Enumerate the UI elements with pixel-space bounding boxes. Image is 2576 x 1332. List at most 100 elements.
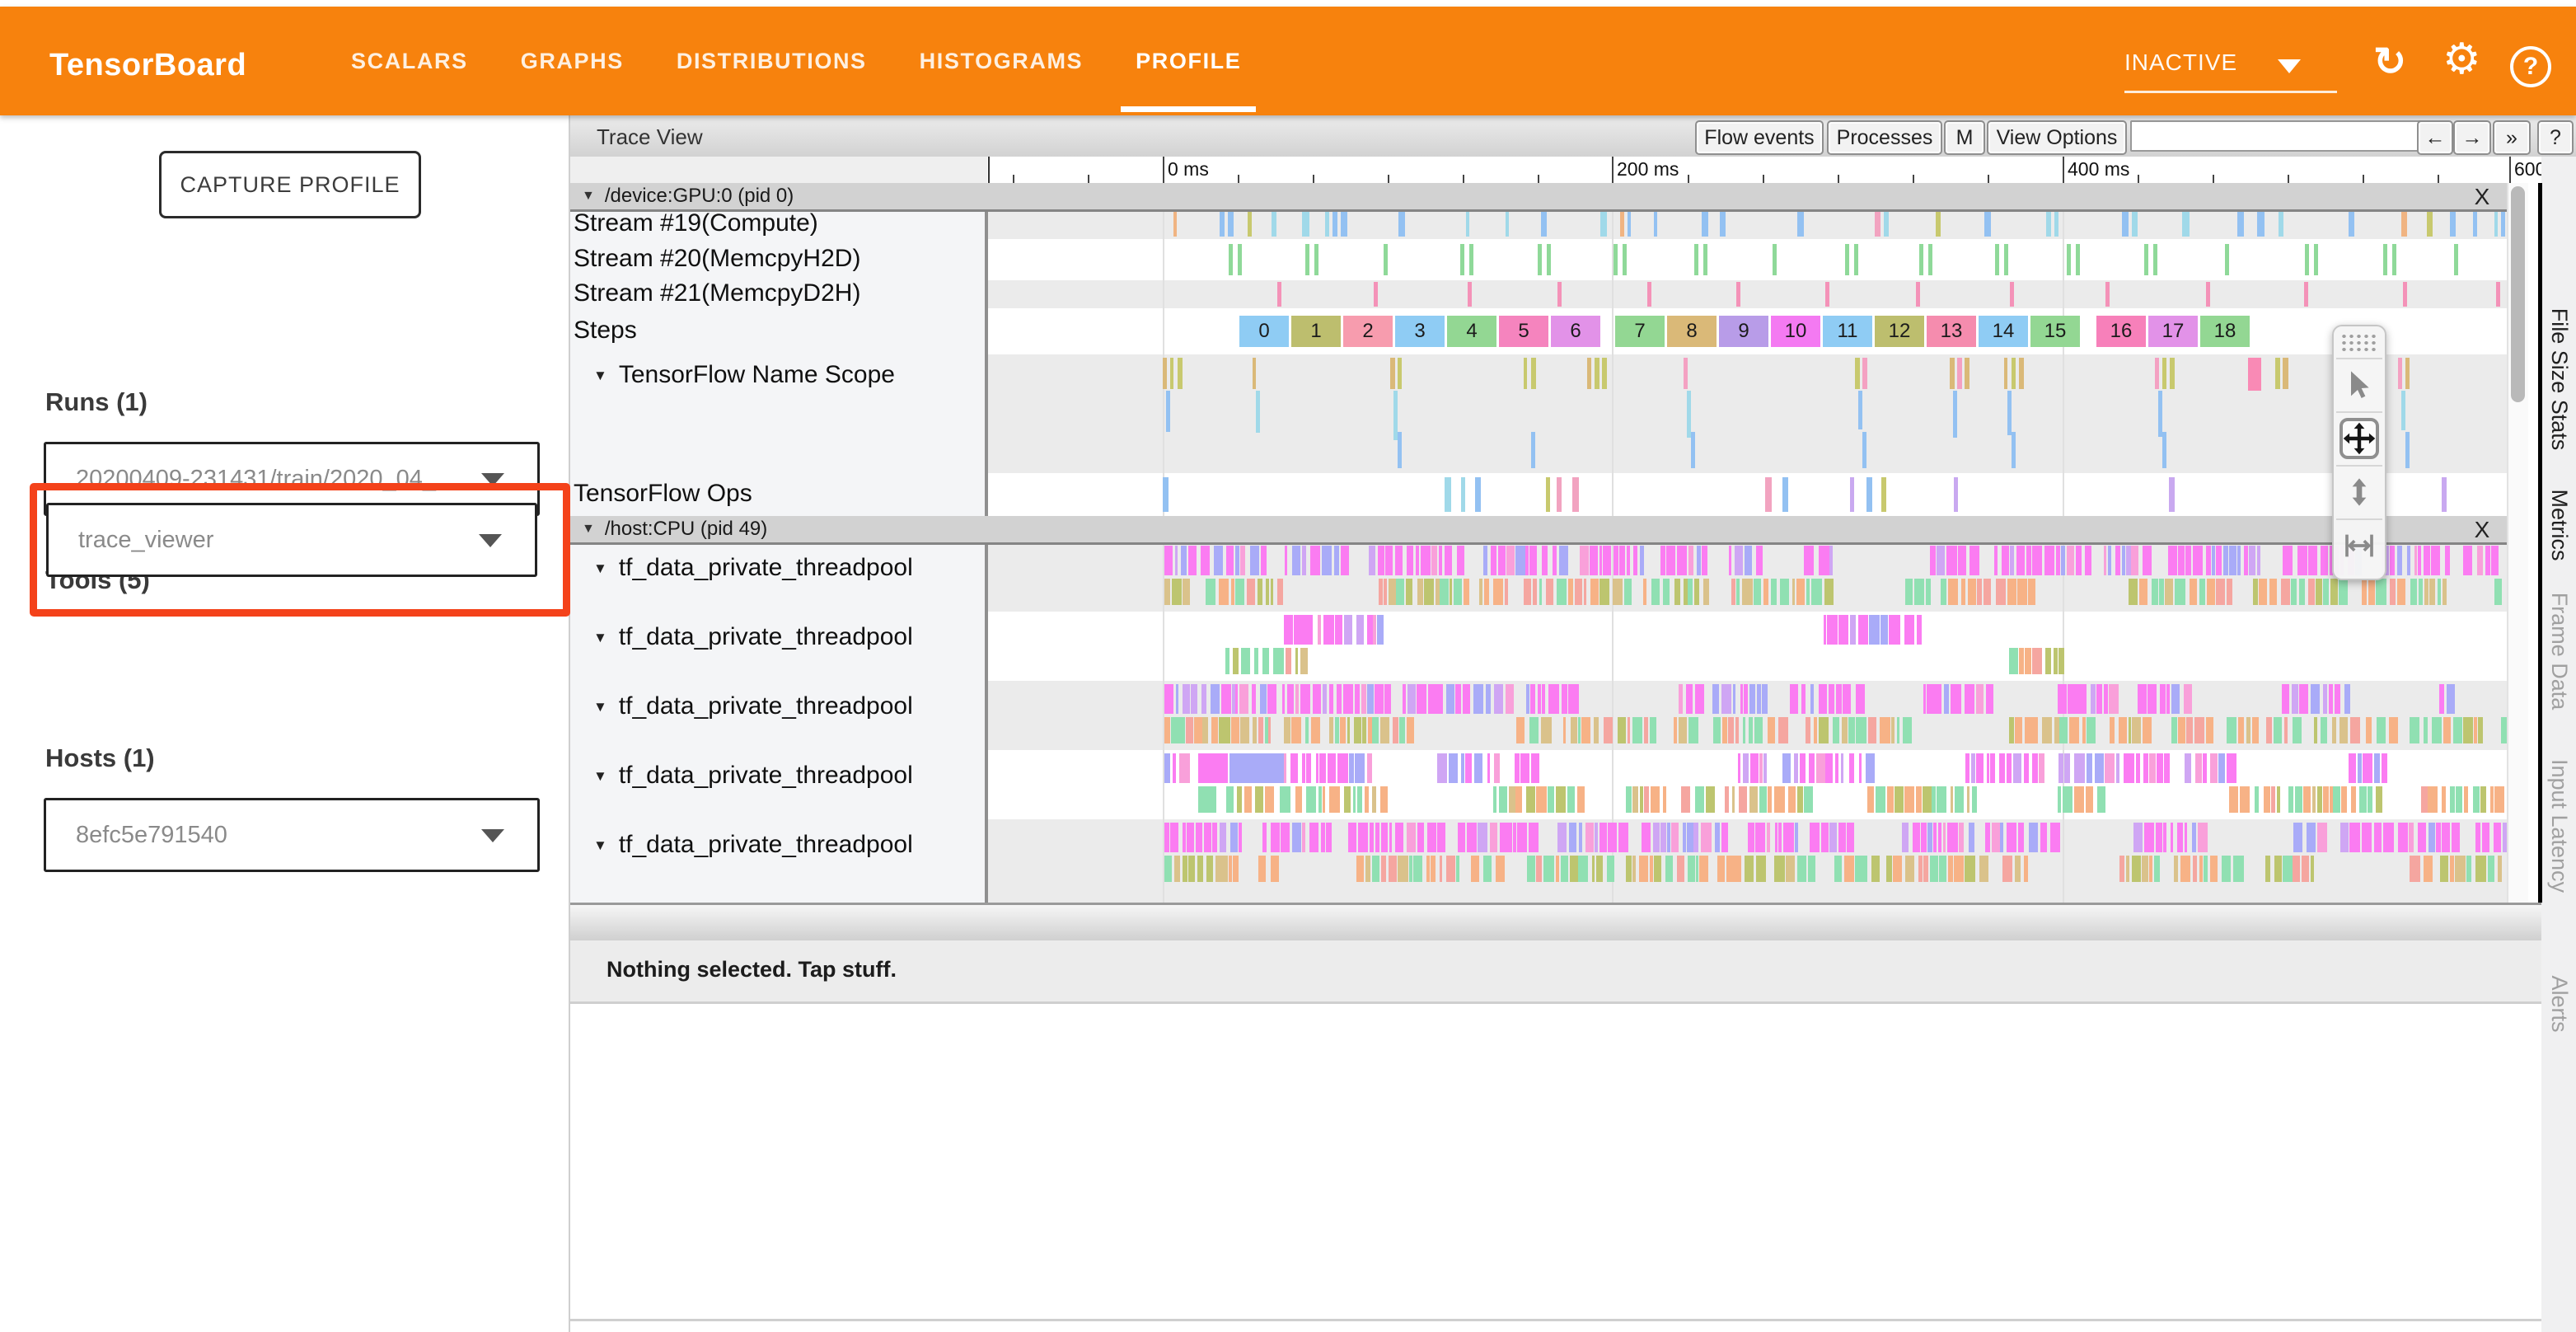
trace-event[interactable] [1722, 717, 1726, 743]
trace-event[interactable] [2293, 856, 2300, 882]
trace-event[interactable] [1466, 212, 1469, 237]
trace-event[interactable] [1644, 786, 1649, 813]
trace-event[interactable] [1206, 856, 1212, 882]
trace-event[interactable] [1548, 684, 1559, 714]
trace-event[interactable] [1173, 212, 1177, 237]
trace-event[interactable] [1225, 648, 1229, 674]
trace-event[interactable] [1965, 856, 1975, 882]
nav-tab-distributions[interactable]: DISTRIBUTIONS [672, 11, 872, 112]
trace-event[interactable] [2358, 753, 2362, 783]
trace-event[interactable] [2405, 358, 2410, 389]
trace-event[interactable] [2067, 244, 2071, 275]
trace-event[interactable] [2010, 282, 2014, 307]
trace-event[interactable] [2447, 684, 2455, 714]
trace-event[interactable] [1526, 786, 1535, 813]
trace-event[interactable] [1252, 684, 1256, 714]
trace-event[interactable] [2144, 823, 2154, 852]
trace-event[interactable] [2317, 786, 2322, 813]
trace-event[interactable] [1390, 358, 1395, 389]
trace-event[interactable] [1968, 579, 1975, 605]
trace-event[interactable] [1546, 579, 1553, 605]
trace-event[interactable] [1409, 856, 1412, 882]
trace-event[interactable] [1971, 753, 1974, 783]
trace-event[interactable] [1440, 579, 1449, 605]
trace-event[interactable] [1460, 244, 1464, 275]
step-chip[interactable]: 9 [1719, 316, 1768, 347]
trace-event[interactable] [2223, 546, 2228, 575]
trace-event[interactable] [2438, 579, 2441, 605]
trace-event[interactable] [1782, 753, 1791, 783]
trace-event[interactable] [1367, 615, 1373, 645]
trace-event[interactable] [1838, 615, 1848, 645]
trace-event[interactable] [1237, 786, 1242, 813]
trace-event[interactable] [2074, 753, 2085, 783]
trace-event[interactable] [1178, 358, 1183, 389]
trace-event[interactable] [1483, 546, 1487, 575]
trace-event[interactable] [2227, 579, 2232, 605]
trace-event[interactable] [2002, 856, 2012, 882]
trace-event[interactable] [2253, 579, 2258, 605]
trace-event[interactable] [2424, 546, 2430, 575]
trace-event[interactable] [1536, 856, 1542, 882]
trace-event[interactable] [1916, 282, 1920, 307]
trace-event[interactable] [1353, 786, 1356, 813]
step-chip[interactable]: 7 [1615, 316, 1665, 347]
trace-event[interactable] [1262, 648, 1269, 674]
trace-event[interactable] [2171, 717, 2177, 743]
trace-event[interactable] [1381, 823, 1388, 852]
trace-event[interactable] [1844, 856, 1854, 882]
trace-event[interactable] [1732, 786, 1735, 813]
trace-event[interactable] [1450, 579, 1452, 605]
trace-event[interactable] [1695, 684, 1704, 714]
trace-event[interactable] [2165, 579, 2174, 605]
trace-event[interactable] [1961, 579, 1965, 605]
trace-event[interactable] [2010, 546, 2014, 575]
step-chip[interactable]: 15 [2030, 316, 2080, 347]
trace-event[interactable] [1814, 717, 1817, 743]
trace-event[interactable] [2222, 856, 2231, 882]
trace-event[interactable] [1739, 786, 1747, 813]
trace-event[interactable] [2155, 358, 2159, 389]
trace-event[interactable] [1933, 823, 1937, 852]
trace-event[interactable] [2501, 212, 2504, 237]
trace-event[interactable] [2004, 244, 2008, 275]
trace-event[interactable] [2185, 546, 2191, 575]
trace-event[interactable] [1426, 856, 1430, 882]
trace-event[interactable] [1620, 212, 1624, 237]
trace-event[interactable] [1926, 579, 1931, 605]
trace-event[interactable] [2170, 358, 2175, 389]
trace-event[interactable] [1790, 684, 1797, 714]
trace-event[interactable] [2007, 391, 2012, 435]
trace-event[interactable] [1525, 546, 1528, 575]
trace-event[interactable] [1505, 579, 1508, 605]
trace-event[interactable] [1644, 717, 1649, 743]
trace-event[interactable] [1220, 823, 1226, 852]
trace-event[interactable] [1928, 244, 1932, 275]
trace-event[interactable] [1384, 244, 1388, 275]
trace-event[interactable] [1362, 717, 1366, 743]
trace-event[interactable] [1688, 546, 1693, 575]
trace-event[interactable] [1281, 823, 1289, 852]
trace-event[interactable] [1437, 753, 1447, 783]
trace-event[interactable] [1825, 282, 1829, 307]
trace-event[interactable] [2147, 684, 2156, 714]
trace-event[interactable] [1567, 786, 1576, 813]
trace-event[interactable] [1557, 282, 1562, 307]
trace-event[interactable] [1639, 856, 1648, 882]
trace-event[interactable] [1506, 684, 1514, 714]
trace-event[interactable] [1624, 579, 1632, 605]
trace-event[interactable] [1748, 823, 1754, 852]
trace-event[interactable] [1923, 856, 1928, 882]
trace-event[interactable] [1713, 717, 1720, 743]
trace-event[interactable] [2494, 579, 2502, 605]
trace-event[interactable] [1599, 823, 1607, 852]
trace-event[interactable] [1667, 823, 1670, 852]
trace-event[interactable] [2454, 244, 2458, 275]
trace-event[interactable] [2061, 546, 2064, 575]
side-tab-alerts[interactable]: Alerts [2546, 975, 2572, 1032]
trace-event[interactable] [1688, 717, 1698, 743]
trace-event[interactable] [2244, 546, 2248, 575]
trace-event[interactable] [1557, 579, 1567, 605]
trace-event[interactable] [2184, 684, 2193, 714]
trace-event[interactable] [1927, 684, 1932, 714]
